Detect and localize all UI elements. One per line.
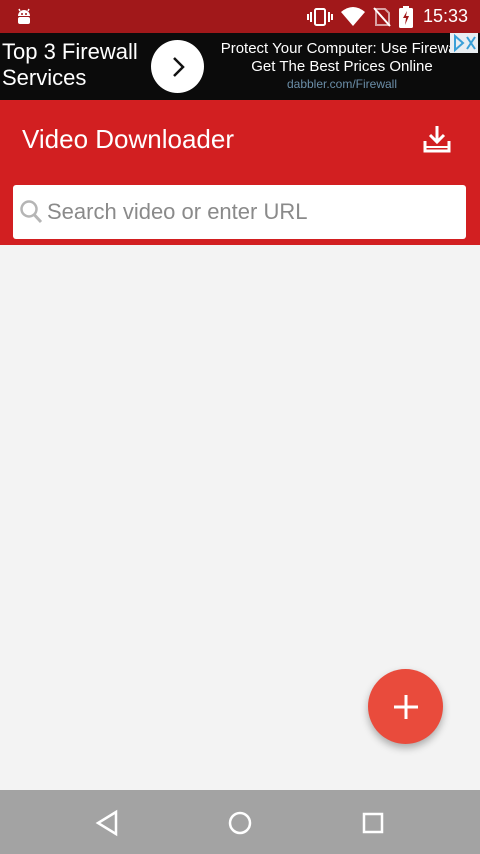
add-button[interactable] <box>368 669 443 744</box>
recents-button[interactable] <box>358 808 388 838</box>
ad-choices-icon[interactable] <box>450 33 478 53</box>
home-button[interactable] <box>225 808 255 838</box>
search-input[interactable] <box>47 185 457 239</box>
status-time: 15:33 <box>422 6 468 26</box>
search-bar[interactable] <box>13 185 466 239</box>
plus-icon <box>393 694 418 719</box>
chevron-right-icon <box>172 56 185 77</box>
ad-subline: Get The Best Prices Online <box>251 58 433 75</box>
wifi-icon <box>340 6 365 26</box>
ad-banner[interactable]: Top 3 Firewall Services Protect Your Com… <box>0 33 480 100</box>
status-bar: 15:33 <box>0 0 480 33</box>
home-icon <box>228 811 252 835</box>
android-debug-icon <box>18 8 30 24</box>
ad-title-line1: Top 3 Firewall <box>2 39 138 64</box>
ad-title-line2: Services <box>2 65 87 90</box>
no-sim-icon <box>373 6 391 27</box>
download-icon[interactable] <box>422 124 452 154</box>
recents-icon <box>362 812 384 834</box>
navigation-bar <box>0 790 480 854</box>
ad-text[interactable]: Protect Your Computer: Use Firewall Get … <box>206 40 478 92</box>
back-icon <box>95 809 118 837</box>
ad-open-button[interactable] <box>151 40 204 93</box>
ad-title[interactable]: Top 3 Firewall Services <box>2 39 152 91</box>
search-icon <box>20 200 43 224</box>
app-title: Video Downloader <box>22 124 234 154</box>
ad-domain: dabbler.com/Firewall <box>286 77 398 91</box>
ad-headline: Protect Your Computer: Use Firewall <box>220 40 464 57</box>
back-button[interactable] <box>92 808 122 838</box>
battery-charging-icon <box>398 5 413 28</box>
vibrate-icon <box>306 7 333 26</box>
